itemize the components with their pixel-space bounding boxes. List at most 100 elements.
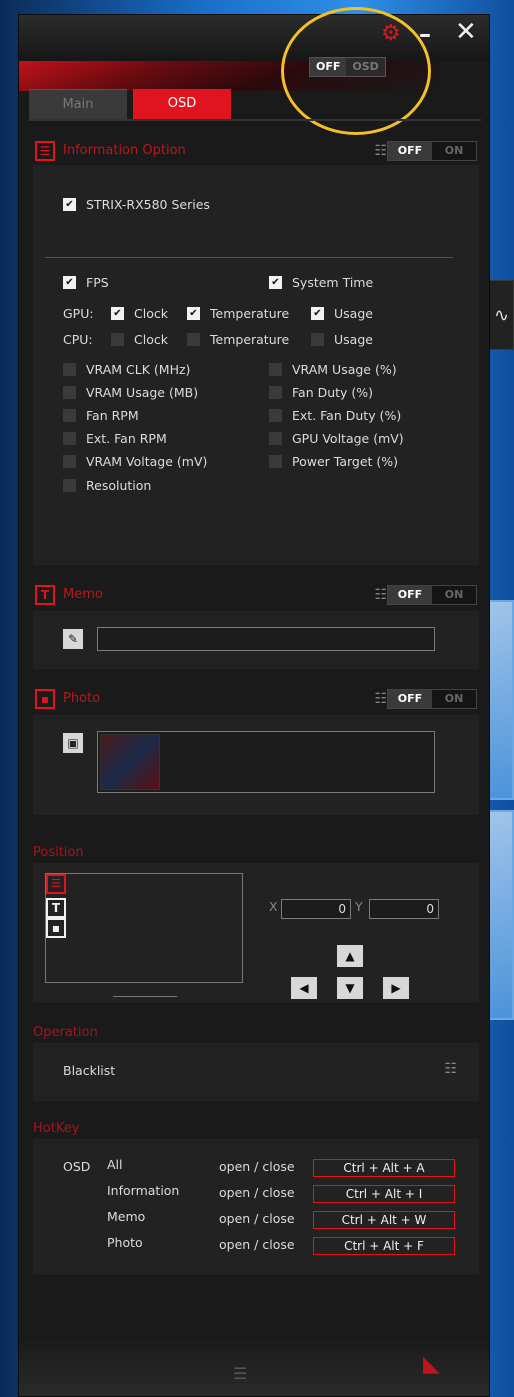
checkbox-unchecked-icon bbox=[187, 333, 200, 346]
hotkey-field[interactable]: Ctrl + Alt + I bbox=[313, 1185, 455, 1203]
hotkey-action-label: open / close bbox=[219, 1185, 295, 1200]
osd-master-off[interactable]: OFF bbox=[310, 58, 347, 76]
information-toggle[interactable]: OFF ON bbox=[387, 141, 477, 161]
checkbox-unchecked-icon bbox=[269, 363, 282, 376]
option-checkbox[interactable]: Ext. Fan RPM bbox=[63, 431, 167, 446]
option-checkbox[interactable]: Ext. Fan Duty (%) bbox=[269, 408, 401, 423]
settings-sliders-icon[interactable]: ☷ bbox=[374, 587, 387, 603]
blacklist-label: Blacklist bbox=[63, 1063, 116, 1078]
option-checkbox[interactable]: Resolution bbox=[63, 478, 151, 493]
checkbox-checked-icon: ✔ bbox=[187, 307, 200, 320]
option-label: GPU Voltage (mV) bbox=[292, 431, 404, 446]
photo-thumbnail bbox=[100, 734, 160, 790]
move-right-button[interactable]: ▶ bbox=[383, 977, 409, 999]
fps-checkbox[interactable]: ✔ FPS bbox=[63, 275, 109, 290]
cpu-row-label: CPU: bbox=[63, 332, 93, 347]
gpu-temperature-checkbox[interactable]: ✔ Temperature bbox=[187, 306, 289, 321]
option-checkbox[interactable]: Fan Duty (%) bbox=[269, 385, 373, 400]
photo-section-icon[interactable]: ▪ bbox=[46, 918, 66, 938]
monitor-preview[interactable]: ☰ T ▪ bbox=[45, 873, 243, 983]
option-label: VRAM Voltage (mV) bbox=[86, 454, 208, 469]
memo-title: Memo bbox=[63, 587, 103, 602]
hotkey-field[interactable]: Ctrl + Alt + A bbox=[313, 1159, 455, 1177]
option-checkbox[interactable]: VRAM Voltage (mV) bbox=[63, 454, 207, 469]
option-checkbox[interactable]: VRAM Usage (MB) bbox=[63, 385, 198, 400]
list-icon: ☰ bbox=[35, 141, 55, 161]
memo-toggle-on[interactable]: ON bbox=[432, 586, 476, 604]
title-bar: ⚙ – ✕ bbox=[19, 15, 489, 91]
checkbox-checked-icon: ✔ bbox=[311, 307, 324, 320]
photo-section-icon: ▪ bbox=[35, 689, 55, 709]
settings-sliders-icon[interactable]: ☷ bbox=[374, 691, 387, 707]
information-panel: ✔ STRIX-RX580 Series ✔ FPS ✔ System Time… bbox=[33, 165, 479, 565]
side-handle[interactable]: ∿ bbox=[489, 280, 514, 350]
memo-toggle[interactable]: OFF ON bbox=[387, 585, 477, 605]
settings-sliders-icon[interactable]: ☷ bbox=[374, 143, 387, 159]
move-left-button[interactable]: ◀ bbox=[291, 977, 317, 999]
checkbox-unchecked-icon bbox=[63, 363, 76, 376]
monitor-stand bbox=[113, 983, 177, 997]
settings-sliders-icon[interactable]: ☷ bbox=[444, 1061, 457, 1077]
photo-toggle-off[interactable]: OFF bbox=[388, 690, 432, 708]
menu-handle-icon[interactable]: ☰ bbox=[233, 1364, 247, 1383]
y-input[interactable]: 0 bbox=[369, 899, 439, 919]
hotkey-item-label: Memo bbox=[107, 1209, 146, 1224]
close-button[interactable]: ✕ bbox=[455, 17, 477, 47]
tab-underline bbox=[29, 119, 481, 121]
photo-drop-area[interactable] bbox=[97, 731, 435, 793]
photo-toggle[interactable]: OFF ON bbox=[387, 689, 477, 709]
bottom-bar: ☰ ◣ bbox=[19, 1336, 489, 1396]
information-toggle-off[interactable]: OFF bbox=[388, 142, 432, 160]
image-icon[interactable]: ▣ bbox=[63, 733, 83, 753]
list-icon[interactable]: ☰ bbox=[46, 874, 66, 894]
memo-input[interactable] bbox=[97, 627, 435, 651]
text-icon[interactable]: T bbox=[46, 898, 66, 918]
system-time-checkbox[interactable]: ✔ System Time bbox=[269, 275, 373, 290]
arrow-down-icon: ▼ bbox=[345, 981, 355, 995]
gear-icon[interactable]: ⚙ bbox=[381, 21, 401, 46]
minimize-button[interactable]: – bbox=[419, 20, 431, 48]
x-input[interactable]: 0 bbox=[281, 899, 351, 919]
photo-header: ▪ Photo ☷ OFF ON bbox=[33, 687, 479, 711]
move-up-button[interactable]: ▲ bbox=[337, 945, 363, 967]
checkbox-checked-icon: ✔ bbox=[63, 198, 76, 211]
information-toggle-on[interactable]: ON bbox=[432, 142, 476, 160]
option-checkbox[interactable]: Fan RPM bbox=[63, 408, 139, 423]
option-checkbox[interactable]: GPU Voltage (mV) bbox=[269, 431, 404, 446]
y-label: Y bbox=[355, 899, 363, 914]
option-checkbox[interactable]: VRAM Usage (%) bbox=[269, 362, 397, 377]
gpu-model-checkbox[interactable]: ✔ STRIX-RX580 Series bbox=[63, 197, 210, 212]
cpu-clock-checkbox[interactable]: Clock bbox=[111, 332, 168, 347]
arrow-right-icon: ▶ bbox=[391, 981, 401, 995]
cpu-clock-label: Clock bbox=[134, 332, 168, 347]
checkbox-unchecked-icon bbox=[311, 333, 324, 346]
cpu-temperature-checkbox[interactable]: Temperature bbox=[187, 332, 289, 347]
pencil-icon[interactable]: ✎ bbox=[63, 629, 83, 649]
hotkey-panel: OSD All open / close Ctrl + Alt + A Info… bbox=[33, 1139, 479, 1275]
tab-osd[interactable]: OSD bbox=[133, 89, 231, 119]
option-checkbox[interactable]: Power Target (%) bbox=[269, 454, 398, 469]
checkbox-unchecked-icon bbox=[63, 432, 76, 445]
option-label: Ext. Fan RPM bbox=[86, 431, 167, 446]
move-down-button[interactable]: ▼ bbox=[337, 977, 363, 999]
gpu-tweak-window: ⚙ – ✕ OFF OSD Main OSD ☰ Information Opt… bbox=[18, 7, 490, 1397]
option-label: Fan Duty (%) bbox=[292, 385, 374, 400]
gpu-usage-label: Usage bbox=[334, 306, 373, 321]
memo-toggle-off[interactable]: OFF bbox=[388, 586, 432, 604]
option-checkbox[interactable]: VRAM CLK (MHz) bbox=[63, 362, 190, 377]
osd-master-osd[interactable]: OSD bbox=[346, 58, 385, 76]
checkbox-unchecked-icon bbox=[269, 455, 282, 468]
gpu-clock-checkbox[interactable]: ✔ Clock bbox=[111, 306, 168, 321]
operation-title: Operation bbox=[33, 1025, 98, 1040]
memo-header: T Memo ☷ OFF ON bbox=[33, 583, 479, 607]
gpu-usage-checkbox[interactable]: ✔ Usage bbox=[311, 306, 373, 321]
photo-toggle-on[interactable]: ON bbox=[432, 690, 476, 708]
tab-main[interactable]: Main bbox=[29, 89, 127, 119]
checkbox-checked-icon: ✔ bbox=[269, 276, 282, 289]
option-label: Fan RPM bbox=[86, 408, 139, 423]
osd-master-toggle[interactable]: OFF OSD bbox=[309, 57, 386, 77]
cpu-usage-checkbox[interactable]: Usage bbox=[311, 332, 373, 347]
checkbox-checked-icon: ✔ bbox=[111, 307, 124, 320]
hotkey-field[interactable]: Ctrl + Alt + W bbox=[313, 1211, 455, 1229]
hotkey-field[interactable]: Ctrl + Alt + F bbox=[313, 1237, 455, 1255]
